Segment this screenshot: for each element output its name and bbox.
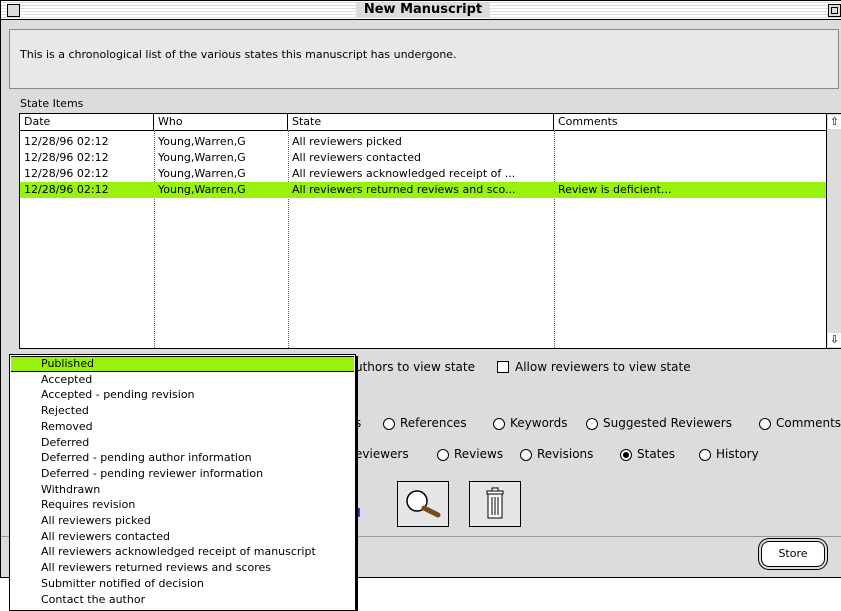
menu-item[interactable]: Contact the author [10, 592, 355, 608]
scroll-up-arrow-icon[interactable]: ⇧ [828, 115, 841, 129]
table-scrollbar[interactable]: ⇧ ⇩ [827, 113, 841, 349]
radio-button-selected[interactable] [620, 449, 632, 461]
tab-partial-reviewers[interactable]: eviewers [355, 447, 409, 461]
tab-label: References [400, 416, 467, 430]
reviewers-view-label: Allow reviewers to view state [515, 360, 691, 374]
window-title: New Manuscript [355, 2, 491, 18]
tab-states[interactable]: States [620, 447, 675, 461]
radio-button[interactable] [586, 418, 598, 430]
store-button[interactable]: Store [761, 541, 825, 567]
description-text: This is a chronological list of the vari… [20, 48, 457, 61]
radio-button[interactable] [520, 449, 532, 461]
tab-references[interactable]: References [383, 416, 467, 430]
menu-item[interactable]: Deferred [10, 435, 355, 451]
column-header-who[interactable]: Who [154, 114, 288, 130]
menu-item[interactable]: Accepted [10, 372, 355, 388]
menu-item[interactable]: Published [11, 356, 354, 372]
checkbox-box[interactable] [497, 361, 509, 373]
tab-label: Suggested Reviewers [603, 416, 732, 430]
table-row[interactable]: 12/28/96 02:12 Young,Warren,G All reviewer… [20, 134, 826, 150]
table-row[interactable]: 12/28/96 02:12 Young,Warren,G All reviewer… [20, 182, 826, 198]
state-popup-menu[interactable]: Published Accepted Accepted - pending revi… [9, 354, 356, 611]
column-header-comments[interactable]: Comments [554, 114, 828, 130]
menu-item[interactable]: All reviewers contacted [10, 529, 355, 545]
cell-who: Young,Warren,G [158, 167, 246, 180]
table-row[interactable]: 12/28/96 02:12 Young,Warren,G All reviewer… [20, 166, 826, 182]
cell-date: 12/28/96 02:12 [24, 135, 109, 148]
tab-label: Comments [776, 416, 841, 430]
cell-state: All reviewers returned reviews and sco..… [292, 183, 516, 196]
zoom-box-icon[interactable] [828, 4, 841, 17]
radio-button[interactable] [759, 418, 771, 430]
cell-state: All reviewers contacted [292, 151, 421, 164]
tab-reviews[interactable]: Reviews [437, 447, 503, 461]
tab-history[interactable]: History [699, 447, 759, 461]
magnify-icon [406, 490, 441, 518]
cell-comments [554, 150, 828, 166]
cell-date: 12/28/96 02:12 [24, 167, 109, 180]
menu-item[interactable]: All reviewers returned reviews and score… [10, 560, 355, 576]
tab-label: Reviews [454, 447, 504, 461]
column-header-state[interactable]: State [288, 114, 554, 130]
radio-button[interactable] [493, 418, 505, 430]
menu-item[interactable]: Removed [10, 419, 355, 435]
cell-comments [554, 166, 828, 182]
title-bar[interactable]: New Manuscript [1, 1, 841, 20]
menu-item[interactable]: Withdrawn [10, 482, 355, 498]
table-row[interactable]: 12/28/96 02:12 Young,Warren,G All reviewer… [20, 150, 826, 166]
cell-who: Young,Warren,G [158, 183, 246, 196]
tab-comments[interactable]: Comments [759, 416, 841, 430]
column-header-date[interactable]: Date [20, 114, 154, 130]
trash-icon [486, 487, 504, 519]
delete-button[interactable] [469, 481, 521, 527]
tab-revisions[interactable]: Revisions [520, 447, 593, 461]
table-body: 12/28/96 02:12 Young,Warren,G All reviewer… [20, 134, 826, 348]
menu-item[interactable]: Requires revision [10, 497, 355, 513]
state-items-table[interactable]: Date Who State Comments 12/28/96 02:12 Yo… [19, 113, 827, 349]
authors-view-checkbox-label: uthors to view state [355, 360, 475, 374]
menu-item[interactable]: Deferred - pending reviewer information [10, 466, 355, 482]
reviewers-view-checkbox[interactable]: Allow reviewers to view state [497, 360, 691, 374]
cell-date: 12/28/96 02:12 [24, 183, 109, 196]
radio-button[interactable] [699, 449, 711, 461]
tab-label: Keywords [510, 416, 568, 430]
table-header: Date Who State Comments [20, 114, 826, 131]
state-items-label: State Items [20, 97, 84, 110]
find-button[interactable] [397, 481, 449, 527]
cell-who: Young,Warren,G [158, 151, 246, 164]
cell-state: All reviewers acknowledged receipt of ..… [292, 167, 516, 180]
radio-button[interactable] [383, 418, 395, 430]
description-panel: This is a chronological list of the vari… [9, 29, 839, 89]
tab-keywords[interactable]: Keywords [493, 416, 568, 430]
menu-item[interactable]: Rejected [10, 403, 355, 419]
menu-item[interactable]: Deferred - pending author information [10, 450, 355, 466]
cell-comments: Review is deficient... [558, 183, 672, 196]
cell-date: 12/28/96 02:12 [24, 151, 109, 164]
tab-label: History [716, 447, 759, 461]
menu-item[interactable]: All reviewers acknowledged receipt of ma… [10, 544, 355, 560]
tab-label: States [637, 447, 676, 461]
cell-state: All reviewers picked [292, 135, 402, 148]
close-box-icon[interactable] [7, 4, 20, 17]
scroll-down-arrow-icon[interactable]: ⇩ [828, 333, 841, 347]
tab-suggested-reviewers[interactable]: Suggested Reviewers [586, 416, 732, 430]
menu-item[interactable]: All reviewers picked [10, 513, 355, 529]
radio-button[interactable] [437, 449, 449, 461]
cell-who: Young,Warren,G [158, 135, 246, 148]
cell-comments [554, 134, 828, 150]
menu-item[interactable]: Accepted - pending revision [10, 387, 355, 403]
menu-item[interactable]: Submitter notified of decision [10, 576, 355, 592]
tab-label: Revisions [537, 447, 594, 461]
